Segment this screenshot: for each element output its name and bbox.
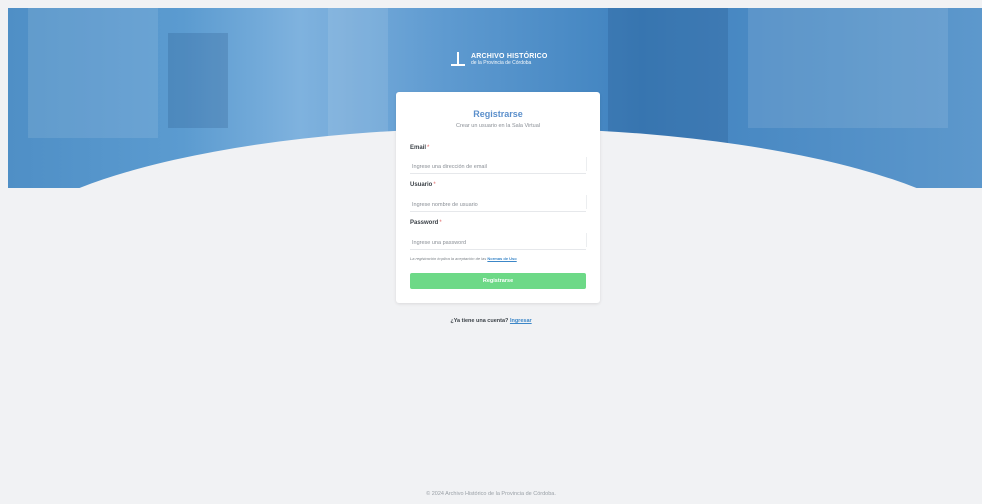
password-field[interactable] <box>410 234 588 252</box>
usuario-field[interactable] <box>410 196 588 214</box>
shelf-left-inner <box>168 33 228 128</box>
footer-copyright: © 2024 Archivo Histórico de la Provincia… <box>426 491 556 497</box>
card-title: Registrarse <box>473 109 523 119</box>
logo-subtitle: de la Provincia de Córdoba <box>471 59 532 66</box>
email-label: Email* <box>410 145 430 151</box>
logo-title: ARCHIVO HISTÓRICO <box>471 52 548 60</box>
terms-link[interactable]: Normas de Uso <box>487 256 516 261</box>
archive-logo-icon <box>451 52 465 66</box>
archive-logo[interactable]: ARCHIVO HISTÓRICO de la Provincia de Cór… <box>451 52 548 66</box>
terms-text: La registración implica la aceptación de… <box>410 256 517 261</box>
password-label: Password* <box>410 220 442 226</box>
card-subtitle: Crear un usuario en la Sala Virtual <box>456 123 540 129</box>
usuario-field-wrapper <box>410 193 588 214</box>
login-link[interactable]: Ingresar <box>510 318 532 324</box>
required-marker: * <box>433 182 436 188</box>
email-field[interactable] <box>410 158 588 176</box>
shelf-far-right <box>748 8 948 128</box>
register-button[interactable]: Registrarse <box>410 273 586 289</box>
login-prompt: ¿Ya tiene una cuenta? Ingresar <box>450 318 532 324</box>
shelf-left <box>28 8 158 138</box>
password-field-wrapper <box>410 231 588 252</box>
required-marker: * <box>439 220 442 226</box>
register-card: Registrarse Crear un usuario en la Sala … <box>396 92 600 303</box>
usuario-label: Usuario* <box>410 182 436 188</box>
email-field-wrapper <box>410 155 588 176</box>
required-marker: * <box>427 145 430 151</box>
